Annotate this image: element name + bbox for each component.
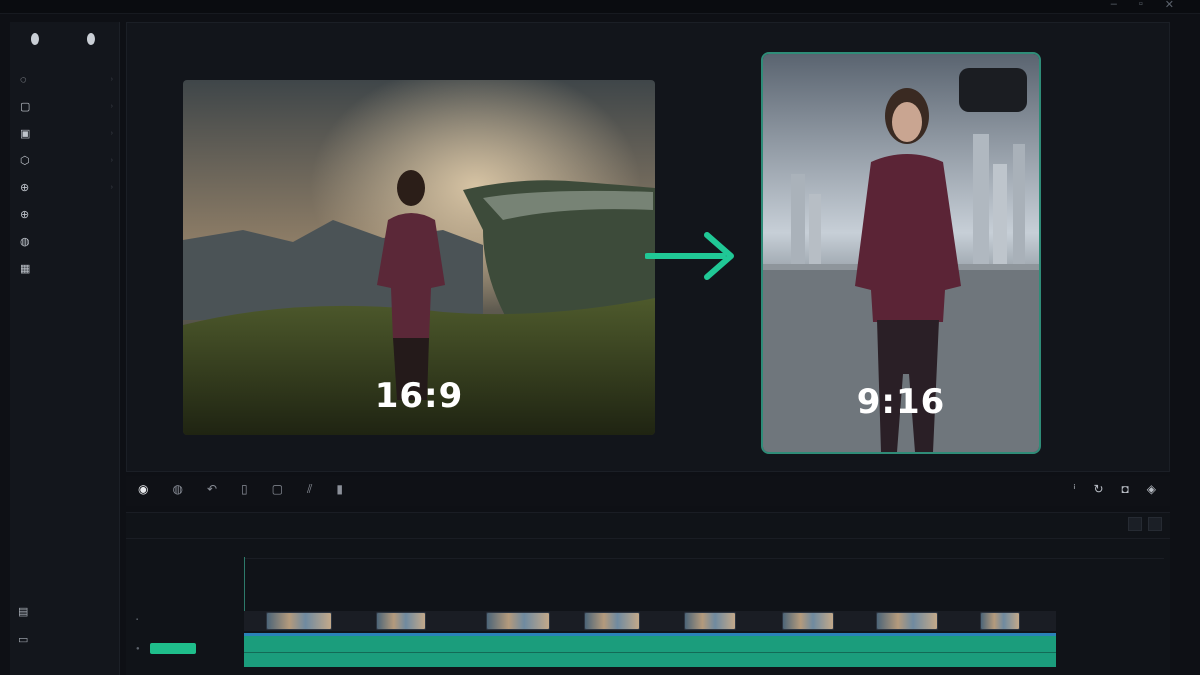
sidebar-tools: ⬮ ⬮ <box>10 22 119 54</box>
sidebar-item-5[interactable]: ⊕ › <box>10 174 119 201</box>
grid-icon: ▦ <box>20 263 31 275</box>
window-controls: – ▫ ✕ <box>1111 0 1174 11</box>
output-preview-9-16[interactable]: 9:16 <box>761 52 1041 454</box>
minimize-icon[interactable]: – <box>1111 0 1117 11</box>
sidebar-menu: ◌ › ▢ › ▣ › ⬡ › ⊕ › ⊕ ◍ ▦ <box>10 66 119 282</box>
toolbar-right: ⁱ ↻ ◘ ◈ <box>1073 482 1156 496</box>
split-icon[interactable]: ⫽ <box>307 482 312 497</box>
zoom-out-button[interactable] <box>1128 517 1142 531</box>
sidebar-tool-1[interactable]: ⬮ <box>20 32 50 54</box>
crop-icon[interactable]: ▢ <box>272 482 283 497</box>
sidebar-item-4[interactable]: ⬡ › <box>10 147 119 174</box>
audio-track-pill <box>149 643 196 654</box>
video-clip[interactable] <box>486 612 550 630</box>
title-bar: – ▫ ✕ <box>0 0 1200 14</box>
video-track-header: ▪ <box>136 617 148 623</box>
source-preview-16-9[interactable]: 16:9 <box>183 80 655 435</box>
sidebar-item-2[interactable]: ▢ › <box>10 93 119 120</box>
video-clip[interactable] <box>980 612 1020 630</box>
zoom-in-button[interactable] <box>1148 517 1162 531</box>
video-clip[interactable] <box>876 612 938 630</box>
close-icon[interactable]: ✕ <box>1165 0 1174 11</box>
toolbar-left: ◉ ◍ ↶ ▯ ▢ ⫽ ▮ <box>138 482 343 497</box>
sidebar-item-7[interactable]: ◍ <box>10 228 119 255</box>
sidebar-item-6[interactable]: ⊕ <box>10 201 119 228</box>
video-editor-window: – ▫ ✕ ⬮ ⬮ ◌ › ▢ › ▣ › ⬡ › ⊕ › ⊕ ◍ ▦ ▤ ▭ … <box>0 0 1200 675</box>
copy-icon[interactable]: ▯ <box>241 482 248 497</box>
circle-icon: ◍ <box>20 236 30 248</box>
sidebar-item-1[interactable]: ◌ › <box>10 66 119 93</box>
audio-waveform <box>244 652 1056 653</box>
camera-icon[interactable]: ◘ <box>1122 482 1129 496</box>
media-icon: ▤ <box>18 605 29 618</box>
video-clip[interactable] <box>684 612 736 630</box>
chevron-right-icon: › <box>110 184 113 191</box>
delete-icon[interactable]: ▮ <box>336 482 343 497</box>
video-clip[interactable] <box>376 612 426 630</box>
sidebar-bottom: ▤ ▭ <box>10 597 120 653</box>
timeline-header <box>126 513 1170 539</box>
aspect-ratio-label-9-16: 9:16 <box>856 382 946 422</box>
video-clip[interactable] <box>266 612 332 630</box>
time-ruler[interactable] <box>244 539 1164 559</box>
redo-icon[interactable]: ↻ <box>1093 482 1103 496</box>
video-clip[interactable] <box>584 612 640 630</box>
track-lock-icon[interactable]: ▪ <box>136 617 138 623</box>
aspect-ratio-label-16-9: 16:9 <box>374 376 464 416</box>
video-track <box>244 611 1056 631</box>
view-icon[interactable]: ◍ <box>172 482 182 497</box>
square-icon: ▣ <box>20 128 31 140</box>
convert-arrow-icon <box>645 232 734 280</box>
circle-icon: ◌ <box>20 73 27 86</box>
sidebar-item-3[interactable]: ▣ › <box>10 120 119 147</box>
sidebar-tool-2[interactable]: ⬮ <box>76 32 106 54</box>
maximize-icon[interactable]: ▫ <box>1139 0 1143 11</box>
playhead[interactable] <box>244 557 245 617</box>
audio-track[interactable] <box>244 633 1056 667</box>
plus-icon: ⊕ <box>20 182 30 194</box>
settings-icon[interactable]: ◈ <box>1147 482 1156 496</box>
droplet-icon: ⬮ <box>86 31 96 48</box>
sidebar-item-8[interactable]: ▦ <box>10 255 119 282</box>
chevron-right-icon: › <box>110 76 113 83</box>
droplet-icon: ⬮ <box>30 31 40 48</box>
eye-icon[interactable]: ◉ <box>138 482 148 497</box>
timeline-panel: ▪ ● <box>126 512 1170 675</box>
timeline-view-controls <box>1128 517 1162 531</box>
track-visibility-icon[interactable]: ● <box>136 646 140 652</box>
media-icon: ▭ <box>18 633 29 646</box>
tiktok-badge <box>959 68 1027 112</box>
square-icon: ▢ <box>20 101 31 113</box>
chevron-right-icon: › <box>110 130 113 137</box>
info-icon[interactable]: ⁱ <box>1073 482 1075 496</box>
sidebar-bottom-item[interactable]: ▤ <box>10 597 120 625</box>
undo-icon[interactable]: ↶ <box>207 482 217 497</box>
plus-icon: ⊕ <box>20 209 30 221</box>
video-clip[interactable] <box>782 612 834 630</box>
chevron-right-icon: › <box>110 157 113 164</box>
preview-panel: 16:9 9:16 <box>126 22 1170 472</box>
sidebar-bottom-item[interactable]: ▭ <box>10 625 120 653</box>
sidebar: ⬮ ⬮ ◌ › ▢ › ▣ › ⬡ › ⊕ › ⊕ ◍ ▦ ▤ ▭ <box>10 22 120 675</box>
audio-track-header: ● <box>136 643 206 654</box>
editing-toolbar: ◉ ◍ ↶ ▯ ▢ ⫽ ▮ ⁱ ↻ ◘ ◈ <box>126 476 1170 506</box>
chevron-right-icon: › <box>110 103 113 110</box>
lock-icon: ⬡ <box>20 155 30 167</box>
